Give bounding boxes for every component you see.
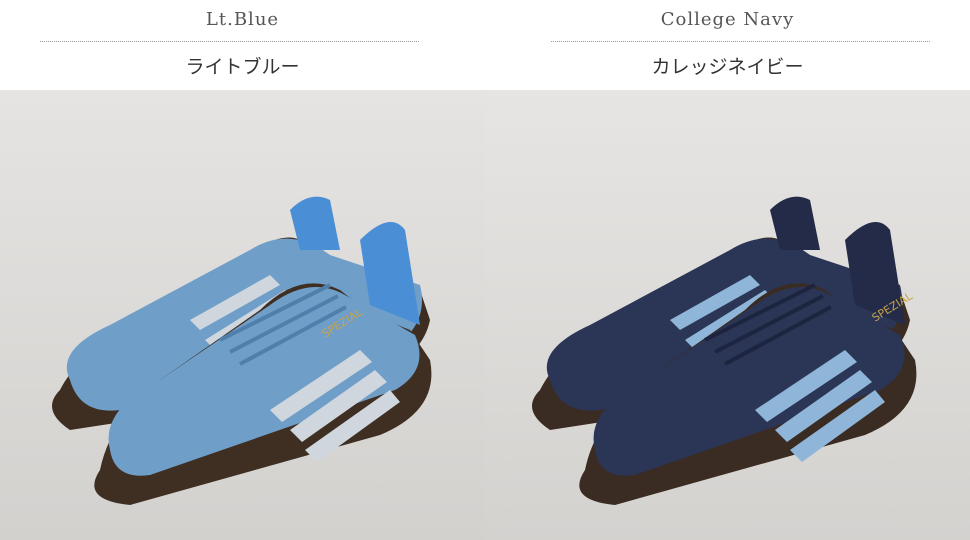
variant-panel-lt-blue: Lt.Blue ライトブルー SPEZIAL (0, 0, 485, 540)
color-name-en: College Navy (660, 9, 795, 30)
color-name-en: Lt.Blue (205, 9, 280, 30)
color-name-jp: ライトブルー (185, 56, 300, 78)
product-color-variants: Lt.Blue ライトブルー SPEZIAL College Navy カレッジ… (0, 0, 970, 540)
color-name-jp: カレッジネイビー (651, 56, 804, 78)
variant-panel-college-navy: College Navy カレッジネイビー SPEZIAL (485, 0, 970, 540)
dotted-divider (551, 41, 930, 42)
sneaker-photo-lt-blue: SPEZIAL (0, 90, 485, 540)
sneaker-photo-college-navy: SPEZIAL (485, 90, 970, 540)
variant-header: College Navy カレッジネイビー (485, 0, 970, 90)
variant-header: Lt.Blue ライトブルー (0, 0, 485, 90)
dotted-divider (40, 41, 419, 42)
